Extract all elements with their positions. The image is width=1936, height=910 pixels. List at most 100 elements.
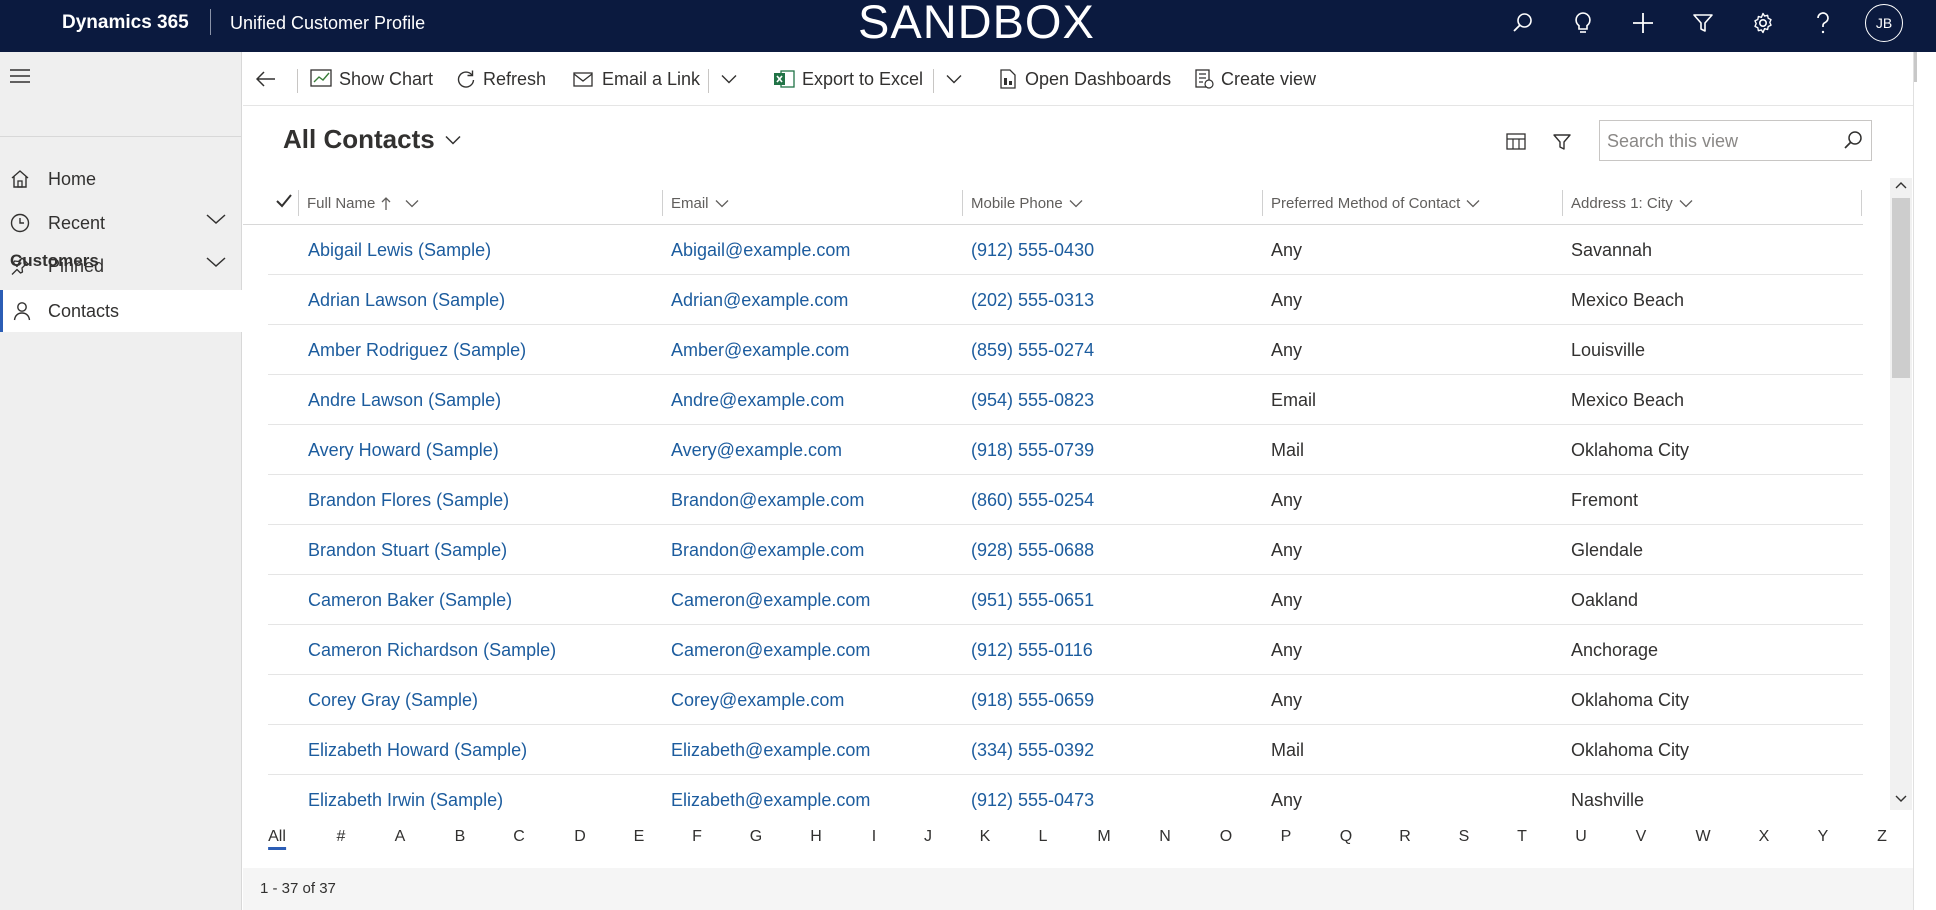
email-link[interactable]: Elizabeth@example.com <box>671 775 870 810</box>
grid-scrollbar[interactable] <box>1890 178 1912 810</box>
search-input[interactable] <box>1607 127 1829 155</box>
view-selector[interactable]: All Contacts <box>283 124 461 155</box>
table-row[interactable]: Amber Rodriguez (Sample) Amber@example.c… <box>268 325 1863 375</box>
full-name-link[interactable]: Adrian Lawson (Sample) <box>308 275 505 325</box>
alpha-filter-i[interactable]: I <box>872 828 876 846</box>
full-name-link[interactable]: Amber Rodriguez (Sample) <box>308 325 526 375</box>
alpha-filter-m[interactable]: M <box>1097 828 1110 846</box>
full-name-link[interactable]: Cameron Richardson (Sample) <box>308 625 556 675</box>
email-link[interactable]: Avery@example.com <box>671 425 842 475</box>
column-header-mobile-phone[interactable]: Mobile Phone <box>971 182 1083 225</box>
chevron-down-icon[interactable] <box>206 213 226 225</box>
refresh-button[interactable]: Refresh <box>456 52 546 106</box>
full-name-link[interactable]: Andre Lawson (Sample) <box>308 375 501 425</box>
phone-link[interactable]: (928) 555-0688 <box>971 525 1094 575</box>
alpha-filter-t[interactable]: T <box>1517 828 1527 846</box>
table-row[interactable]: Avery Howard (Sample) Avery@example.com … <box>268 425 1863 475</box>
table-row[interactable]: Elizabeth Irwin (Sample) Elizabeth@examp… <box>268 775 1863 810</box>
table-row[interactable]: Andre Lawson (Sample) Andre@example.com … <box>268 375 1863 425</box>
alpha-filter-all[interactable]: All <box>268 828 286 850</box>
email-link[interactable]: Adrian@example.com <box>671 275 848 325</box>
scroll-up-icon[interactable] <box>1895 181 1907 193</box>
scrollbar-thumb[interactable] <box>1892 198 1910 378</box>
table-row[interactable]: Cameron Baker (Sample) Cameron@example.c… <box>268 575 1863 625</box>
back-button[interactable] <box>256 52 283 106</box>
search-icon[interactable] <box>1843 130 1863 150</box>
filter-icon[interactable] <box>1548 128 1576 156</box>
email-link-button[interactable]: Email a Link <box>573 52 700 106</box>
alpha-filter-d[interactable]: D <box>574 828 586 846</box>
app-name[interactable]: Unified Customer Profile <box>230 0 425 46</box>
email-link[interactable]: Cameron@example.com <box>671 575 870 625</box>
alpha-filter-a[interactable]: A <box>395 828 406 846</box>
column-header-full-name[interactable]: Full Name <box>307 182 419 225</box>
full-name-link[interactable]: Elizabeth Irwin (Sample) <box>308 775 503 810</box>
full-name-link[interactable]: Corey Gray (Sample) <box>308 675 478 725</box>
email-link[interactable]: Abigail@example.com <box>671 225 850 275</box>
phone-link[interactable]: (860) 555-0254 <box>971 475 1094 525</box>
email-link[interactable]: Corey@example.com <box>671 675 844 725</box>
table-row[interactable]: Corey Gray (Sample) Corey@example.com (9… <box>268 675 1863 725</box>
phone-link[interactable]: (951) 555-0651 <box>971 575 1094 625</box>
edit-columns-icon[interactable] <box>1503 128 1531 156</box>
full-name-link[interactable]: Cameron Baker (Sample) <box>308 575 512 625</box>
show-chart-button[interactable]: Show Chart <box>310 52 433 106</box>
phone-link[interactable]: (918) 555-0659 <box>971 675 1094 725</box>
email-link[interactable]: Brandon@example.com <box>671 475 864 525</box>
alpha-filter-r[interactable]: R <box>1399 828 1411 846</box>
chevron-down-icon[interactable] <box>206 256 226 268</box>
alpha-filter-o[interactable]: O <box>1220 828 1232 846</box>
email-link[interactable]: Elizabeth@example.com <box>671 725 870 775</box>
full-name-link[interactable]: Elizabeth Howard (Sample) <box>308 725 527 775</box>
alpha-filter-hash[interactable]: # <box>337 828 346 846</box>
table-row[interactable]: Elizabeth Howard (Sample) Elizabeth@exam… <box>268 725 1863 775</box>
user-avatar[interactable]: JB <box>1865 4 1903 42</box>
alpha-filter-l[interactable]: L <box>1039 828 1048 846</box>
alpha-filter-y[interactable]: Y <box>1818 828 1829 846</box>
phone-link[interactable]: (912) 555-0430 <box>971 225 1094 275</box>
phone-link[interactable]: (334) 555-0392 <box>971 725 1094 775</box>
filter-icon[interactable] <box>1687 7 1719 39</box>
plus-icon[interactable] <box>1627 7 1659 39</box>
full-name-link[interactable]: Brandon Stuart (Sample) <box>308 525 507 575</box>
alpha-filter-g[interactable]: G <box>750 828 762 846</box>
table-row[interactable]: Abigail Lewis (Sample) Abigail@example.c… <box>268 225 1863 275</box>
gear-icon[interactable] <box>1747 7 1779 39</box>
alpha-filter-e[interactable]: E <box>634 828 645 846</box>
phone-link[interactable]: (859) 555-0274 <box>971 325 1094 375</box>
alpha-filter-k[interactable]: K <box>980 828 991 846</box>
brand-name[interactable]: Dynamics 365 <box>62 0 189 46</box>
phone-link[interactable]: (912) 555-0473 <box>971 775 1094 810</box>
open-dashboards-button[interactable]: Open Dashboards <box>998 52 1171 106</box>
alpha-filter-n[interactable]: N <box>1159 828 1171 846</box>
alpha-filter-j[interactable]: J <box>924 828 932 846</box>
phone-link[interactable]: (202) 555-0313 <box>971 275 1094 325</box>
alpha-filter-v[interactable]: V <box>1636 828 1647 846</box>
email-link[interactable]: Andre@example.com <box>671 375 844 425</box>
table-row[interactable]: Brandon Stuart (Sample) Brandon@example.… <box>268 525 1863 575</box>
alpha-filter-b[interactable]: B <box>455 828 466 846</box>
full-name-link[interactable]: Brandon Flores (Sample) <box>308 475 509 525</box>
create-view-button[interactable]: Create view <box>1194 52 1316 106</box>
phone-link[interactable]: (918) 555-0739 <box>971 425 1094 475</box>
window-scrollbar[interactable] <box>1914 52 1917 82</box>
alpha-filter-q[interactable]: Q <box>1340 828 1352 846</box>
export-excel-button[interactable]: Export to Excel <box>773 52 923 106</box>
alpha-filter-u[interactable]: U <box>1575 828 1587 846</box>
phone-link[interactable]: (912) 555-0116 <box>971 625 1093 675</box>
scroll-down-icon[interactable] <box>1895 795 1907 807</box>
alpha-filter-p[interactable]: P <box>1281 828 1292 846</box>
lightbulb-icon[interactable] <box>1567 7 1599 39</box>
alpha-filter-z[interactable]: Z <box>1877 828 1887 846</box>
email-link-dropdown[interactable] <box>721 52 744 106</box>
email-link[interactable]: Amber@example.com <box>671 325 849 375</box>
table-row[interactable]: Cameron Richardson (Sample) Cameron@exam… <box>268 625 1863 675</box>
table-row[interactable]: Brandon Flores (Sample) Brandon@example.… <box>268 475 1863 525</box>
sidebar-item-home[interactable]: Home <box>0 158 242 200</box>
full-name-link[interactable]: Abigail Lewis (Sample) <box>308 225 491 275</box>
full-name-link[interactable]: Avery Howard (Sample) <box>308 425 499 475</box>
email-link[interactable]: Brandon@example.com <box>671 525 864 575</box>
hamburger-menu-icon[interactable] <box>8 64 32 88</box>
email-link[interactable]: Cameron@example.com <box>671 625 870 675</box>
column-header-email[interactable]: Email <box>671 182 729 225</box>
